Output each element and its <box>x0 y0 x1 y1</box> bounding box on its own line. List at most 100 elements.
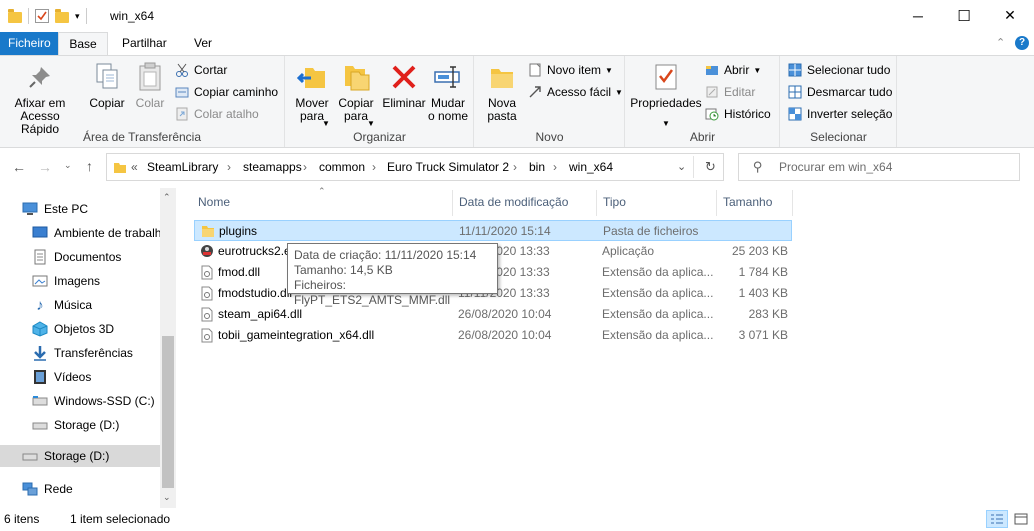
paste-shortcut-button[interactable]: Colar atalho <box>174 104 259 124</box>
tab-share[interactable]: Partilhar <box>110 32 179 55</box>
breadcrumb-separator[interactable]: › <box>227 160 231 174</box>
table-row[interactable]: steam_api64.dll 26/08/2020 10:04 Extensã… <box>194 304 792 325</box>
search-placeholder: Procurar em win_x64 <box>779 160 893 174</box>
title-bar: ▾ win_x64 ─ ☐ ✕ <box>0 0 1034 32</box>
search-input[interactable]: ⚲ Procurar em win_x64 <box>738 153 1020 181</box>
edit-button[interactable]: Editar <box>704 82 755 102</box>
folder-icon <box>201 224 215 239</box>
properties-button[interactable]: Propriedades ▼ <box>628 60 704 128</box>
select-all-button[interactable]: Selecionar tudo <box>787 60 890 80</box>
breadcrumb-bin[interactable]: bin <box>529 160 545 174</box>
copy-button[interactable]: Copiar <box>84 60 130 110</box>
column-header-modified[interactable]: Data de modificação <box>459 195 568 209</box>
rename-button[interactable]: Mudar o nome <box>426 60 470 123</box>
dropdown-arrow-icon: ▼ <box>605 65 613 75</box>
tab-file[interactable]: Ficheiro <box>0 32 59 55</box>
copy-path-button[interactable]: Copiar caminho <box>174 82 278 102</box>
breadcrumb-ets2[interactable]: Euro Truck Simulator 2 <box>387 160 509 174</box>
documents-icon <box>32 249 48 265</box>
open-group: Propriedades ▼ Abrir ▼ Editar Histórico … <box>626 56 780 147</box>
divider <box>452 190 453 216</box>
copy-to-button[interactable]: Copiar para ▼ <box>334 60 378 128</box>
paste-icon <box>133 60 167 94</box>
breadcrumb-overflow[interactable]: « <box>131 160 138 174</box>
open-button[interactable]: Abrir ▼ <box>704 60 761 80</box>
nav-scrollbar[interactable]: ⌃ ⌄ <box>160 188 176 508</box>
file-size: 3 071 KB <box>738 328 788 342</box>
nav-item-this-pc[interactable]: Este PC <box>22 198 182 220</box>
paste-button[interactable]: Colar <box>132 60 168 110</box>
scroll-down-icon[interactable]: ⌄ <box>163 492 171 503</box>
exe-icon <box>200 244 214 259</box>
scroll-up-icon[interactable]: ⌃ <box>163 192 171 203</box>
column-header-size[interactable]: Tamanho <box>723 195 772 209</box>
delete-label: Eliminar <box>382 96 426 110</box>
breadcrumb-separator[interactable]: › <box>303 160 307 174</box>
pin-quick-access-button[interactable]: Afixar em Acesso Rápido <box>6 60 74 136</box>
file-size: 283 KB <box>748 307 788 321</box>
back-arrow-icon[interactable]: ← <box>12 159 26 175</box>
search-icon: ⚲ <box>753 159 763 174</box>
organize-group: Mover para ▼ Copiar para ▼ Eliminar Muda… <box>286 56 474 147</box>
nav-item-drive-d-root[interactable]: Storage (D:) <box>0 445 160 467</box>
organize-group-label: Organizar <box>353 130 406 144</box>
help-icon[interactable]: ? <box>1015 36 1029 50</box>
tooltip-size: Tamanho: 14,5 KB <box>294 263 393 277</box>
column-header-name[interactable]: Nome <box>198 195 230 209</box>
edit-icon <box>704 84 720 100</box>
tab-home[interactable]: Base <box>58 32 108 55</box>
up-arrow-icon[interactable]: ↑ <box>86 158 93 174</box>
breadcrumb-separator[interactable]: › <box>553 160 557 174</box>
breadcrumb-common[interactable]: common <box>319 160 365 174</box>
breadcrumb-separator[interactable]: › <box>513 160 517 174</box>
table-row[interactable]: plugins 11/11/2020 15:14 Pasta de fichei… <box>194 220 792 241</box>
select-none-button[interactable]: Desmarcar tudo <box>787 82 892 102</box>
divider <box>716 190 717 216</box>
folder-icon[interactable] <box>8 8 22 23</box>
easy-access-label: Acesso fácil <box>547 85 612 99</box>
address-bar[interactable]: « SteamLibrary › steamapps › common › Eu… <box>106 153 724 181</box>
divider <box>28 8 29 24</box>
open-group-label: Abrir <box>689 130 716 144</box>
cut-button[interactable]: Cortar <box>174 60 227 80</box>
large-icons-view-button[interactable] <box>1010 510 1032 528</box>
select-all-label: Selecionar tudo <box>807 63 891 77</box>
history-button[interactable]: Histórico <box>704 104 771 124</box>
refresh-icon[interactable]: ↻ <box>705 159 716 175</box>
nav-item-network[interactable]: Rede <box>22 478 182 500</box>
invert-selection-button[interactable]: Inverter seleção <box>787 104 892 124</box>
clipboard-group: Afixar em Acesso Rápido Copiar Colar Cor… <box>0 56 285 147</box>
column-header-type[interactable]: Tipo <box>603 195 626 209</box>
collapse-ribbon-icon[interactable]: ⌃ <box>996 36 1005 49</box>
easy-access-button[interactable]: Acesso fácil ▼ <box>527 82 623 102</box>
move-to-button[interactable]: Mover para ▼ <box>290 60 334 128</box>
scissors-icon <box>174 62 190 78</box>
file-list: ⌃ Nome Data de modificação Tipo Tamanho … <box>180 186 1034 506</box>
new-item-button[interactable]: Novo item ▼ <box>527 60 613 80</box>
table-row[interactable]: tobii_gameintegration_x64.dll 26/08/2020… <box>194 325 792 346</box>
tab-view[interactable]: Ver <box>182 32 224 55</box>
file-name: fmod.dll <box>218 265 261 279</box>
nav-label: Imagens <box>54 274 101 288</box>
forward-arrow-icon[interactable]: → <box>38 159 52 175</box>
new-folder-icon[interactable] <box>55 8 69 23</box>
breadcrumb-steamapps[interactable]: steamapps <box>243 160 302 174</box>
customize-qat-icon[interactable]: ▾ <box>75 11 80 21</box>
scrollbar-thumb[interactable] <box>162 336 174 488</box>
file-modified: 26/08/2020 10:04 <box>458 328 552 342</box>
address-dropdown-icon[interactable]: ⌄ <box>677 160 686 173</box>
minimize-button[interactable]: ─ <box>895 0 941 31</box>
maximize-button[interactable]: ☐ <box>941 0 987 31</box>
file-type: Aplicação <box>602 244 655 258</box>
properties-check-icon[interactable] <box>35 9 49 23</box>
new-folder-button[interactable]: Nova pasta <box>479 60 525 123</box>
delete-button[interactable]: Eliminar <box>380 60 428 110</box>
navigation-pane: Este PC Ambiente de trabalh Documentos I… <box>0 188 176 508</box>
easy-access-icon <box>527 84 543 100</box>
breadcrumb-steamlibrary[interactable]: SteamLibrary <box>147 160 218 174</box>
details-view-button[interactable] <box>986 510 1008 528</box>
breadcrumb-win-x64[interactable]: win_x64 <box>569 160 613 174</box>
breadcrumb-separator[interactable]: › <box>372 160 376 174</box>
close-button[interactable]: ✕ <box>987 0 1033 31</box>
recent-locations-icon[interactable]: ⌄ <box>64 160 72 171</box>
